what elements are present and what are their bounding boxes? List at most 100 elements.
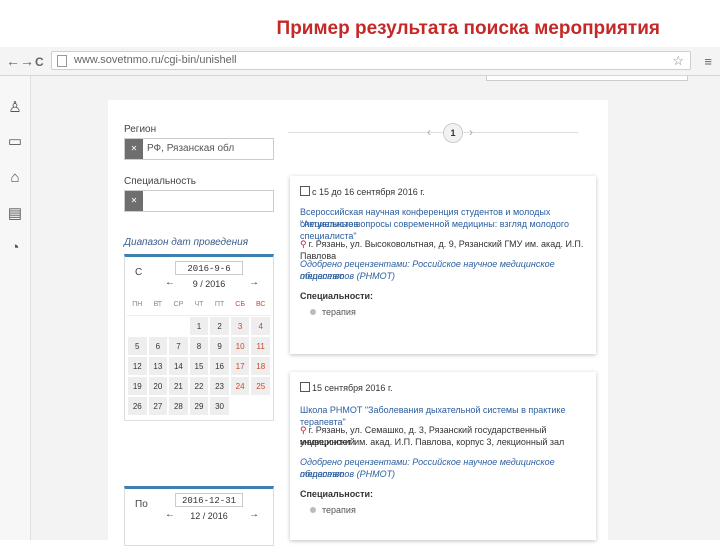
map-pin-icon: ⚲ [300, 425, 307, 435]
calendar-to-header: По 2016-12-31 ← 12 / 2016 → [125, 489, 273, 527]
weekday: ЧТ [188, 295, 210, 316]
site-area: ♙ ▭ ⌂ ▤ ◔ Регион ✕ РФ, Рязанская обл Спе… [0, 76, 720, 546]
laptop-icon[interactable]: ▭ [7, 134, 23, 150]
prev-month-icon[interactable]: ← [165, 277, 175, 288]
calendar-to-prefix: По [135, 499, 148, 510]
specialty-select[interactable]: ✕ [124, 190, 274, 212]
reload-button[interactable]: C [35, 54, 44, 70]
slide-title: Пример результата поиска мероприятия [276, 18, 660, 39]
region-label: Регион [124, 124, 157, 135]
pager-prev-icon[interactable]: ‹ [427, 125, 431, 139]
event-date-text: с 15 до 16 сентября 2016 г. [312, 187, 425, 197]
search-panel: Регион ✕ РФ, Рязанская обл Специальность… [108, 100, 608, 546]
calendar-from-month: 9 / 2016 [192, 279, 226, 289]
event-specialties-label: Специальности: [300, 291, 374, 301]
event-date: 15 сентября 2016 г. [300, 382, 393, 394]
prev-month-icon[interactable]: ← [165, 509, 175, 520]
event-specialties-label: Специальности: [300, 489, 374, 499]
calendar-day[interactable]: 15 [188, 356, 210, 376]
region-value: РФ, Рязанская обл [147, 143, 235, 154]
calendar-day[interactable]: 26 [127, 396, 148, 416]
address-bar[interactable]: www.sovetnmo.ru/cgi-bin/unishell ☆ [51, 51, 691, 70]
date-range-label[interactable]: Диапазон дат проведения [124, 237, 248, 248]
person-icon[interactable]: ♙ [7, 100, 23, 116]
event-specialty-text: терапия [322, 505, 356, 515]
chat-icon[interactable]: ◔ [7, 240, 23, 256]
event-card: с 15 до 16 сентября 2016 г. Всероссийска… [290, 176, 596, 354]
region-clear-icon[interactable]: ✕ [125, 139, 143, 159]
date-to-input[interactable]: 2016-12-31 [175, 493, 243, 507]
bookmark-star-icon[interactable]: ☆ [672, 52, 684, 69]
calendar-day[interactable]: 13 [147, 356, 169, 376]
calendar-day[interactable]: 29 [188, 396, 210, 416]
calendar-day[interactable]: 2 [209, 316, 230, 336]
calendar-day[interactable]: 6 [147, 336, 169, 356]
calendar-day[interactable]: 23 [209, 376, 230, 396]
specialty-label: Специальность [124, 176, 196, 187]
calendar-day[interactable]: 12 [127, 356, 148, 376]
forward-button[interactable]: → [20, 53, 34, 69]
event-reviewed-line: терапевтов (РНМОТ) [300, 469, 396, 479]
calendar-day[interactable]: 19 [127, 376, 148, 396]
event-specialty-text: терапия [322, 307, 356, 317]
calendar-day[interactable]: 9 [209, 336, 230, 356]
weekday: ПН [127, 295, 148, 316]
document-icon[interactable]: ▤ [7, 206, 23, 222]
calendar-day[interactable]: 5 [127, 336, 148, 356]
event-specialty-item: терапия [310, 504, 356, 516]
calendar-day[interactable]: 3 [229, 316, 251, 336]
calendar-day[interactable]: 10 [229, 336, 251, 356]
calendar-day[interactable]: 24 [229, 376, 251, 396]
pager-next-icon[interactable]: › [469, 125, 473, 139]
calendar-day[interactable]: 8 [188, 336, 210, 356]
calendar-icon [300, 186, 310, 196]
event-date: с 15 до 16 сентября 2016 г. [300, 186, 425, 198]
address-url: www.sovetnmo.ru/cgi-bin/unishell [74, 54, 237, 66]
left-icon-rail: ♙ ▭ ⌂ ▤ ◔ [0, 76, 31, 540]
browser-menu-icon[interactable]: ≡ [704, 54, 712, 69]
calendar-blank-cell [148, 316, 169, 336]
calendar-from: С 2016-9-6 ← 9 / 2016 → ПН ВТ СР ЧТ ПТ С… [124, 254, 274, 421]
map-pin-icon: ⚲ [300, 239, 307, 249]
calendar-day[interactable]: 7 [168, 336, 189, 356]
top-dropdown-edge [486, 76, 688, 81]
specialty-clear-icon[interactable]: ✕ [125, 191, 143, 211]
calendar-day[interactable]: 21 [168, 376, 189, 396]
weekday: ПТ [209, 295, 230, 316]
event-reviewed-line: терапевтов (РНМОТ) [300, 271, 396, 281]
calendar-day[interactable]: 28 [168, 396, 189, 416]
pagination: ‹ 1 › [423, 122, 483, 144]
calendar-blank-cell [127, 316, 148, 336]
browser-toolbar: ← → C www.sovetnmo.ru/cgi-bin/unishell ☆… [0, 47, 720, 76]
weekday: ВТ [147, 295, 169, 316]
calendar-day[interactable]: 14 [168, 356, 189, 376]
building-icon[interactable]: ⌂ [7, 170, 23, 186]
event-specialty-item: терапия [310, 306, 356, 318]
calendar-from-grid: ПН ВТ СР ЧТ ПТ СБ ВС 1 2 3 4 5 6 7 8 9 1… [125, 295, 273, 420]
calendar-blank-cell [168, 316, 189, 336]
calendar-day[interactable]: 27 [147, 396, 169, 416]
next-month-icon[interactable]: → [249, 277, 259, 288]
calendar-day[interactable]: 17 [229, 356, 251, 376]
calendar-day[interactable]: 25 [250, 376, 271, 396]
calendar-day[interactable]: 22 [188, 376, 210, 396]
region-select[interactable]: ✕ РФ, Рязанская обл [124, 138, 274, 160]
calendar-day[interactable]: 11 [250, 336, 271, 356]
date-from-input[interactable]: 2016-9-6 [175, 261, 243, 275]
calendar-day[interactable]: 18 [250, 356, 271, 376]
calendar-day[interactable]: 20 [147, 376, 169, 396]
event-address-line: университет им. акад. И.П. Павлова, корп… [300, 437, 565, 447]
bullet-icon [310, 309, 316, 315]
calendar-day[interactable]: 30 [209, 396, 230, 416]
back-button[interactable]: ← [6, 53, 20, 69]
calendar-day[interactable]: 4 [250, 316, 271, 336]
weekday: СБ [229, 295, 251, 316]
bullet-icon [310, 507, 316, 513]
calendar-day[interactable]: 1 [188, 316, 210, 336]
calendar-to-month: 12 / 2016 [190, 511, 228, 521]
weekday: ВС [250, 295, 271, 316]
calendar-day[interactable]: 16 [209, 356, 230, 376]
next-month-icon[interactable]: → [249, 509, 259, 520]
event-card: 15 сентября 2016 г. Школа РНМОТ "Заболев… [290, 372, 596, 540]
pager-current-page[interactable]: 1 [443, 123, 463, 143]
